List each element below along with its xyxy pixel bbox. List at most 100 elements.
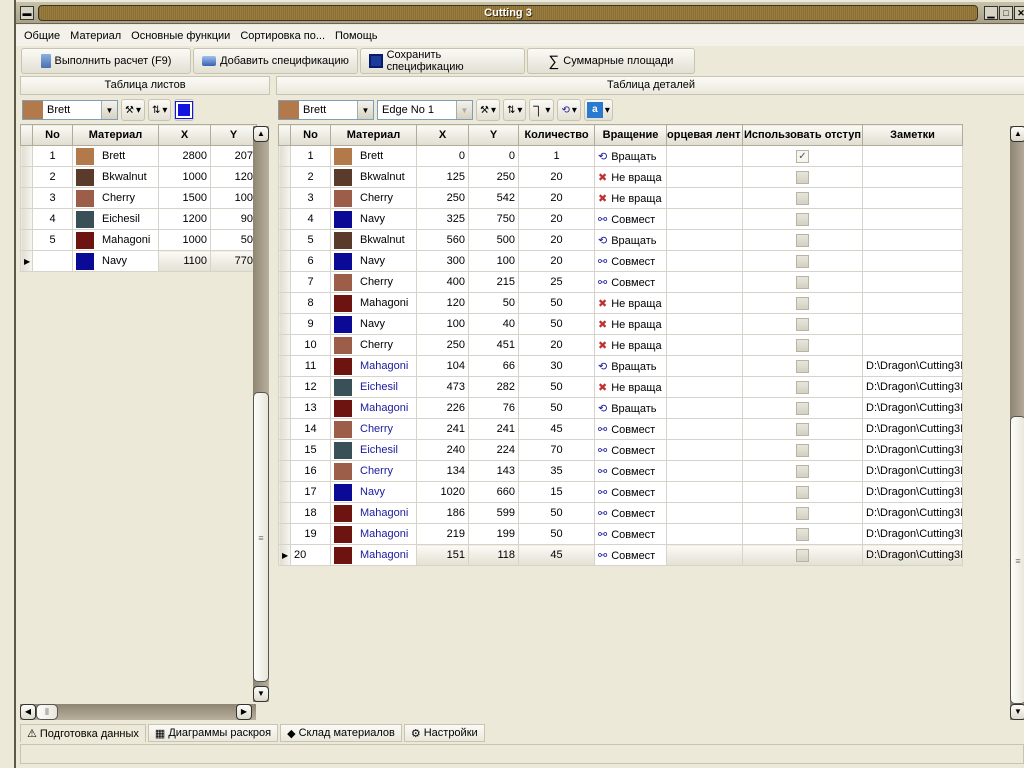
cell-rotation[interactable]: ⚯ Совмест xyxy=(594,523,667,545)
cell-x[interactable]: 134 xyxy=(416,460,469,482)
cell-notes[interactable]: D:\Dragon\Cutting3N xyxy=(862,502,963,524)
cell-y[interactable]: 100 xyxy=(210,187,257,209)
chevron-down-icon[interactable]: ▼ xyxy=(357,101,373,119)
cell-use-offset[interactable] xyxy=(742,250,863,272)
row-indicator[interactable] xyxy=(278,145,291,167)
column-header-material[interactable]: Материал xyxy=(72,124,159,146)
row-indicator[interactable] xyxy=(278,460,291,482)
sheets-color-button[interactable] xyxy=(174,99,195,121)
cell-y[interactable]: 500 xyxy=(468,229,519,251)
column-header-quantity[interactable]: Количество xyxy=(518,124,595,146)
cell-quantity[interactable]: 20 xyxy=(518,187,595,209)
cell-no[interactable]: 12 xyxy=(290,376,331,398)
sheet-row[interactable]: ▶ 6 Navy 1100 770 xyxy=(20,250,257,272)
cell-material[interactable]: Cherry xyxy=(330,418,417,440)
cell-material[interactable]: Cherry xyxy=(330,271,417,293)
use-offset-checkbox[interactable] xyxy=(796,359,809,373)
cell-edge-band[interactable] xyxy=(666,502,743,524)
cell-no[interactable]: 3 xyxy=(32,187,73,209)
use-offset-checkbox[interactable] xyxy=(796,317,809,331)
tab-settings[interactable]: ⚙ Настройки xyxy=(403,724,485,742)
cell-edge-band[interactable] xyxy=(666,481,743,503)
chevron-down-icon[interactable]: ▼ xyxy=(101,101,117,119)
cell-notes[interactable]: D:\Dragon\Cutting3N xyxy=(862,439,963,461)
column-header-notes[interactable]: Заметки xyxy=(862,124,963,146)
cell-no[interactable]: 15 xyxy=(290,439,331,461)
row-indicator[interactable] xyxy=(278,355,291,377)
detail-row[interactable]: 17 Navy 1020 660 15 ⚯ Совмест D:\Dragon\Cutting… xyxy=(278,481,963,503)
cell-x[interactable]: 0 xyxy=(416,145,469,167)
cell-y[interactable]: 215 xyxy=(468,271,519,293)
cell-x[interactable]: 560 xyxy=(416,229,469,251)
tab-data-preparation[interactable]: ⚠ Подготовка данных xyxy=(20,724,146,742)
row-indicator[interactable] xyxy=(20,187,33,209)
cell-use-offset[interactable] xyxy=(742,460,863,482)
cell-rotation[interactable]: ⚯ Совмест xyxy=(594,439,667,461)
cell-no[interactable]: 8 xyxy=(290,292,331,314)
cell-material[interactable]: Bkwalnut xyxy=(330,166,417,188)
row-indicator[interactable] xyxy=(278,418,291,440)
cell-no[interactable]: 13 xyxy=(290,397,331,419)
sheet-row[interactable]: 4 Eichesil 1200 90 xyxy=(20,208,257,230)
cell-y[interactable]: 207 xyxy=(210,145,257,167)
column-header-edge-band[interactable]: орцевая лент xyxy=(666,124,743,146)
use-offset-checkbox[interactable] xyxy=(796,233,809,247)
cell-material[interactable]: Eichesil xyxy=(330,376,417,398)
cell-use-offset[interactable] xyxy=(742,271,863,293)
cell-notes[interactable] xyxy=(862,145,963,167)
cell-edge-band[interactable] xyxy=(666,544,743,566)
column-header-x[interactable]: X xyxy=(416,124,469,146)
detail-row[interactable]: 1 Brett 0 0 1 ⟲ Вращать ✓ xyxy=(278,145,963,167)
cell-y[interactable]: 118 xyxy=(468,544,519,566)
cell-material[interactable]: Mahagoni xyxy=(330,523,417,545)
cell-material[interactable]: Cherry xyxy=(330,187,417,209)
use-offset-checkbox[interactable]: ✓ xyxy=(796,149,809,163)
menu-sort-by[interactable]: Сортировка по... xyxy=(240,30,325,42)
column-header-y[interactable]: Y xyxy=(468,124,519,146)
cell-x[interactable]: 1000 xyxy=(158,229,211,251)
row-indicator[interactable] xyxy=(278,313,291,335)
detail-row[interactable]: 16 Cherry 134 143 35 ⚯ Совмест D:\Dragon\Cuttin… xyxy=(278,460,963,482)
cell-quantity[interactable]: 35 xyxy=(518,460,595,482)
cell-quantity[interactable]: 1 xyxy=(518,145,595,167)
cell-x[interactable]: 120 xyxy=(416,292,469,314)
column-header-no[interactable]: No xyxy=(290,124,331,146)
row-indicator[interactable] xyxy=(278,229,291,251)
edge-combo[interactable]: Edge No 1 ▼ xyxy=(377,100,473,120)
edge-style-button[interactable]: ⏋ ▾ xyxy=(529,99,555,121)
cell-quantity[interactable]: 50 xyxy=(518,502,595,524)
cell-material[interactable]: Navy xyxy=(330,208,417,230)
use-offset-checkbox[interactable] xyxy=(796,380,809,394)
cell-quantity[interactable]: 20 xyxy=(518,334,595,356)
cell-material[interactable]: Bkwalnut xyxy=(330,229,417,251)
menu-general[interactable]: Общие xyxy=(24,30,60,42)
cell-notes[interactable] xyxy=(862,271,963,293)
cell-quantity[interactable]: 70 xyxy=(518,439,595,461)
cell-edge-band[interactable] xyxy=(666,187,743,209)
detail-row[interactable]: 10 Cherry 250 451 20 ✖ Не враща xyxy=(278,334,963,356)
row-indicator[interactable] xyxy=(278,166,291,188)
sheets-horizontal-scrollbar[interactable]: ◀ ⦀ ▶ xyxy=(20,704,256,720)
cell-material[interactable]: Brett xyxy=(72,145,159,167)
cell-quantity[interactable]: 45 xyxy=(518,544,595,566)
cell-notes[interactable]: D:\Dragon\Cutting3N xyxy=(862,418,963,440)
cell-no[interactable]: 1 xyxy=(32,145,73,167)
cell-rotation[interactable]: ⟲ Вращать xyxy=(594,145,667,167)
cell-material[interactable]: Mahagoni xyxy=(330,355,417,377)
row-indicator[interactable] xyxy=(278,187,291,209)
scroll-up-icon[interactable]: ▲ xyxy=(1010,126,1024,142)
cell-material[interactable]: Eichesil xyxy=(72,208,159,230)
cell-y[interactable]: 90 xyxy=(210,208,257,230)
cell-material[interactable]: Mahagoni xyxy=(330,397,417,419)
cell-rotation[interactable]: ✖ Не враща xyxy=(594,292,667,314)
cell-no[interactable]: 5 xyxy=(290,229,331,251)
cell-notes[interactable] xyxy=(862,292,963,314)
cell-no[interactable]: 4 xyxy=(32,208,73,230)
detail-row[interactable]: 19 Mahagoni 219 199 50 ⚯ Совмест D:\Dragon\Cutt… xyxy=(278,523,963,545)
detail-row[interactable]: 12 Eichesil 473 282 50 ✖ Не враща D:\Dragon\Cut… xyxy=(278,376,963,398)
cell-use-offset[interactable] xyxy=(742,544,863,566)
use-offset-checkbox[interactable] xyxy=(796,464,809,478)
cell-use-offset[interactable] xyxy=(742,187,863,209)
cell-use-offset[interactable] xyxy=(742,439,863,461)
column-header-y[interactable]: Y xyxy=(210,124,257,146)
